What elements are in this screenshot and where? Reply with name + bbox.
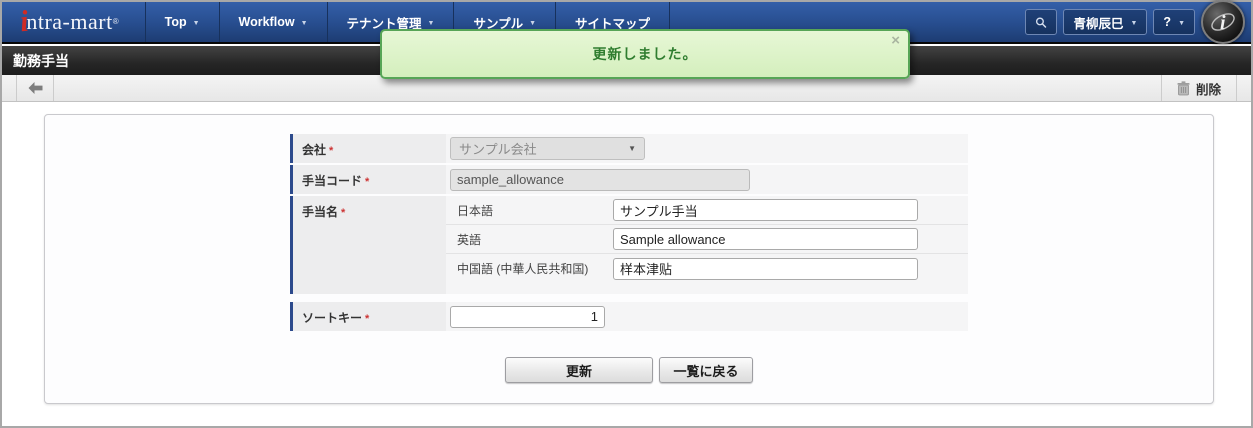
toast-message: 更新しました。 [592, 46, 698, 62]
form-row-sortkey: ソートキー * [290, 302, 968, 331]
code-label: 手当コード [302, 174, 363, 188]
nav-item-workflow[interactable]: Workflow ▼ [218, 2, 327, 42]
chevron-down-icon: ▼ [300, 19, 308, 27]
sortkey-value-cell [446, 302, 968, 331]
name-japanese-field[interactable] [613, 199, 918, 221]
form-row-company: 会社 * サンプル会社 ▼ [290, 134, 968, 163]
help-menu-button[interactable]: ? ▼ [1153, 9, 1195, 35]
app-window: i ntra-mart ® Top ▼ Workflow ▼ テナント管理 ▼ サン… [0, 0, 1253, 428]
trash-icon [1177, 80, 1190, 95]
search-icon [1036, 16, 1047, 28]
required-mark: * [365, 313, 370, 325]
chevron-down-icon: ▼ [427, 19, 435, 27]
chevron-down-icon: ▼ [529, 19, 537, 27]
required-mark: * [329, 145, 334, 157]
company-label: 会社 [302, 143, 327, 157]
brand-name: ntra-mart [26, 9, 113, 34]
company-select-value: サンプル会社 [459, 142, 537, 157]
name-subrow-english: 英語 [446, 225, 968, 254]
back-button[interactable] [16, 75, 54, 101]
japanese-label: 日本語 [457, 203, 494, 218]
content-area: 会社 * サンプル会社 ▼ 手当コード * sample_allowance 手… [2, 102, 1251, 426]
chevron-down-icon: ▼ [192, 19, 200, 27]
back-to-list-button[interactable]: 一覧に戻る [659, 357, 753, 383]
update-button[interactable]: 更新 [505, 357, 653, 383]
name-subrow-japanese: 日本語 [446, 196, 968, 225]
company-label-cell: 会社 * [290, 134, 446, 163]
name-label-cell: 手当名 * [290, 196, 446, 294]
code-value-cell [446, 165, 968, 194]
page-title: 勤務手当 [13, 52, 69, 69]
name-subrow-chinese: 中国語 (中華人民共和国) [446, 254, 968, 283]
select-caret-icon: ▼ [628, 144, 636, 153]
sortkey-label-cell: ソートキー * [290, 302, 446, 331]
user-menu-button[interactable]: 青柳辰巳 ▼ [1063, 9, 1148, 35]
nav-item-label: Top [164, 15, 187, 29]
brand-registered-mark: ® [112, 17, 119, 26]
allowance-code-field [450, 168, 750, 191]
name-value-cell: 日本語 英語 中国語 (中華人民共和国) [446, 196, 968, 294]
code-label-cell: 手当コード * [290, 165, 446, 194]
intra-mart-logo[interactable]: i ntra-mart ® [2, 2, 145, 42]
delete-button[interactable]: 削除 [1160, 75, 1237, 101]
required-mark: * [365, 176, 370, 188]
sortkey-label: ソートキー [302, 311, 363, 325]
required-mark: * [341, 207, 346, 219]
form-row-name: 手当名* 日本語 英語 中国語 (中華人民共和国) [290, 196, 968, 294]
search-button[interactable] [1025, 9, 1058, 35]
english-label: 英語 [457, 232, 482, 247]
help-label: ? [1163, 15, 1172, 29]
success-toast: 更新しました。 × [380, 29, 910, 79]
allowance-form: 会社 * サンプル会社 ▼ 手当コード * sample_allowance 手… [290, 134, 968, 333]
chevron-down-icon: ▼ [1130, 19, 1138, 27]
nav-item-top[interactable]: Top ▼ [144, 2, 219, 42]
delete-label: 削除 [1195, 82, 1221, 97]
chevron-down-icon: ▼ [1178, 19, 1185, 27]
form-actions: 更新 一覧に戻る [45, 357, 1213, 383]
name-english-field[interactable] [613, 228, 918, 250]
name-chinese-field[interactable] [613, 257, 918, 280]
nav-item-label: Workflow [238, 15, 295, 29]
form-row-code: 手当コード * [290, 165, 968, 194]
intra-mart-emblem-icon[interactable]: i [1201, 0, 1245, 44]
name-label: 手当名 [302, 205, 339, 219]
company-select: サンプル会社 ▼ [450, 137, 645, 160]
form-panel: 会社 * サンプル会社 ▼ 手当コード * sample_allowance 手… [44, 114, 1214, 404]
left-arrow-icon [28, 82, 42, 94]
user-name-label: 青柳辰巳 [1073, 16, 1124, 31]
svg-text:i: i [1220, 12, 1226, 34]
toolbar: 削除 [2, 75, 1251, 102]
company-value-cell: サンプル会社 ▼ [446, 134, 968, 163]
chinese-label: 中国語 (中華人民共和国) [457, 262, 589, 276]
close-icon[interactable]: × [891, 33, 900, 48]
nav-right-controls: 青柳辰巳 ▼ ? ▼ i [1025, 0, 1251, 44]
sort-key-field[interactable] [450, 305, 605, 328]
